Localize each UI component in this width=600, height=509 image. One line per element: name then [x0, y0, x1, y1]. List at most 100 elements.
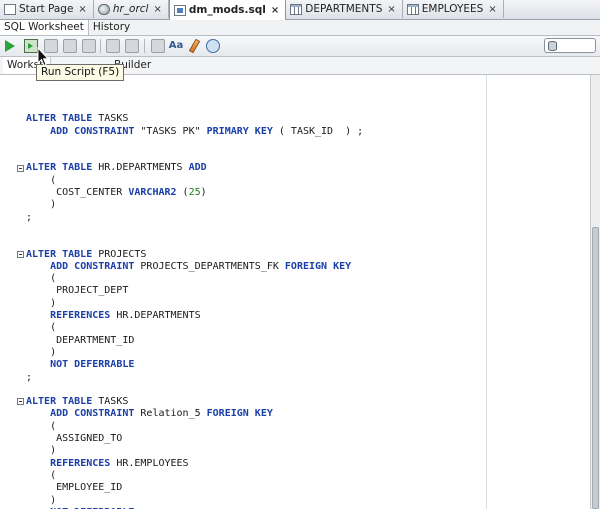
code-line: REFERENCES HR.EMPLOYEES [26, 458, 363, 470]
code-line: REFERENCES HR.DEPARTMENTS [26, 310, 363, 322]
sql-text: Relation_5 [134, 408, 207, 420]
tab-departments[interactable]: DEPARTMENTS × [286, 0, 403, 18]
sql-text: "TASKS PK" [134, 125, 207, 137]
connection-selector[interactable] [544, 38, 596, 53]
code-line: ; [26, 372, 363, 384]
fold-toggle-icon[interactable] [17, 164, 24, 172]
sql-keyword: ALTER TABLE [26, 396, 93, 408]
sql-editor[interactable]: ALTER TABLE TASKS ADD CONSTRAINT "TASKS … [0, 75, 590, 509]
sql-keyword: FOREIGN KEY [206, 408, 273, 420]
sql-text: PROJECTS_DEPARTMENTS_FK [134, 260, 285, 272]
to-upper-case-icon[interactable]: Aa [168, 39, 184, 53]
code-line: COST_CENTER VARCHAR2 (25) [26, 187, 363, 199]
sql-text: COST_CENTER [26, 187, 129, 199]
sql-text: HR.DEPARTMENTS [110, 310, 201, 322]
document-icon [4, 3, 16, 15]
tab-dm-mods-sql[interactable]: dm_mods.sql × [168, 0, 287, 20]
fold-toggle-icon[interactable] [17, 398, 24, 406]
sql-keyword: VARCHAR2 [128, 187, 177, 199]
vertical-scrollbar[interactable] [590, 75, 600, 509]
sql-text: ) [26, 346, 57, 358]
sql-keyword: ADD CONSTRAINT [50, 408, 135, 420]
sql-number: 25 [188, 187, 201, 199]
sql-keyword: ADD CONSTRAINT [50, 125, 135, 137]
sql-keyword: ALTER TABLE [26, 162, 93, 174]
code-line: ( [26, 273, 363, 285]
sql-text: ( [26, 174, 57, 186]
tab-history[interactable]: History [89, 20, 134, 35]
table-icon [406, 3, 419, 15]
sql-text: ( [176, 187, 189, 199]
sql-text: PROJECTS [92, 248, 147, 260]
code-line: ADD CONSTRAINT Relation_5 FOREIGN KEY [26, 408, 363, 420]
sql-text: ( [26, 322, 57, 334]
sql-text: ) [200, 187, 207, 199]
code-line: PROJECT_DEPT [26, 285, 363, 297]
sql-text: TASKS [92, 113, 129, 125]
code-line: ( [26, 175, 363, 187]
tab-label: DEPARTMENTS [305, 3, 383, 15]
code-line: DEPARTMENT_ID [26, 335, 363, 347]
close-icon[interactable]: × [488, 4, 496, 15]
toolbar-separator [144, 39, 145, 53]
code-line: EMPLOYEE_ID [26, 482, 363, 494]
run-script-icon[interactable] [24, 39, 38, 53]
sql-text: ) [26, 199, 57, 211]
code-line: ( [26, 470, 363, 482]
history-icon[interactable] [206, 39, 220, 53]
sql-keyword: FOREIGN KEY [284, 260, 352, 272]
sql-text: ; [26, 211, 33, 223]
code-line: ) [26, 445, 363, 457]
tab-hr-orcl[interactable]: hr_orcl × [94, 0, 169, 18]
sql-keyword: ADD [188, 162, 207, 174]
explain-plan-icon[interactable] [106, 39, 120, 53]
close-icon[interactable]: × [271, 5, 279, 16]
worksheet-toolbar: Aa [0, 36, 600, 57]
code-line: ADD CONSTRAINT PROJECTS_DEPARTMENTS_FK F… [26, 261, 363, 273]
code-line: ) [26, 347, 363, 359]
scrollbar-thumb[interactable] [592, 227, 599, 509]
sql-text: ( [26, 273, 57, 285]
autotrace-icon[interactable] [82, 39, 96, 53]
run-statement-icon[interactable] [5, 40, 15, 52]
clear-icon[interactable] [151, 39, 165, 53]
close-icon[interactable]: × [387, 4, 395, 15]
tab-label: Start Page [19, 3, 74, 15]
fold-gutter [17, 75, 25, 509]
code-line: ADD CONSTRAINT "TASKS PK" PRIMARY KEY ( … [26, 126, 363, 138]
toolbar-separator [100, 39, 101, 53]
tab-label: EMPLOYEES [421, 3, 484, 15]
connection-icon [97, 3, 110, 15]
sql-text: ) [26, 445, 57, 457]
sql-text: EMPLOYEE_ID [26, 482, 123, 494]
tab-employees[interactable]: EMPLOYEES × [403, 0, 504, 18]
code-line: ( [26, 421, 363, 433]
eraser-icon[interactable] [188, 38, 201, 54]
sql-keyword: REFERENCES [50, 457, 111, 469]
run-script-tooltip: Run Script (F5) [36, 64, 125, 81]
sql-text: DEPARTMENT_ID [26, 334, 135, 346]
close-icon[interactable]: × [153, 4, 161, 15]
sql-keyword: PRIMARY KEY [206, 125, 273, 137]
sql-tuning-icon[interactable] [125, 39, 139, 53]
tab-start-page[interactable]: Start Page × [0, 0, 94, 18]
code-line: ; [26, 212, 363, 224]
tab-sql-worksheet[interactable]: SQL Worksheet [0, 20, 89, 35]
fold-toggle-icon[interactable] [17, 250, 24, 258]
sql-text: TASKS [92, 396, 129, 408]
rollback-icon[interactable] [63, 39, 77, 53]
sql-text: ; [26, 371, 33, 383]
sql-text: HR.EMPLOYEES [110, 457, 189, 469]
close-icon[interactable]: × [78, 4, 86, 15]
code-line: ALTER TABLE TASKS [26, 113, 363, 125]
sql-text: ) [26, 494, 57, 506]
